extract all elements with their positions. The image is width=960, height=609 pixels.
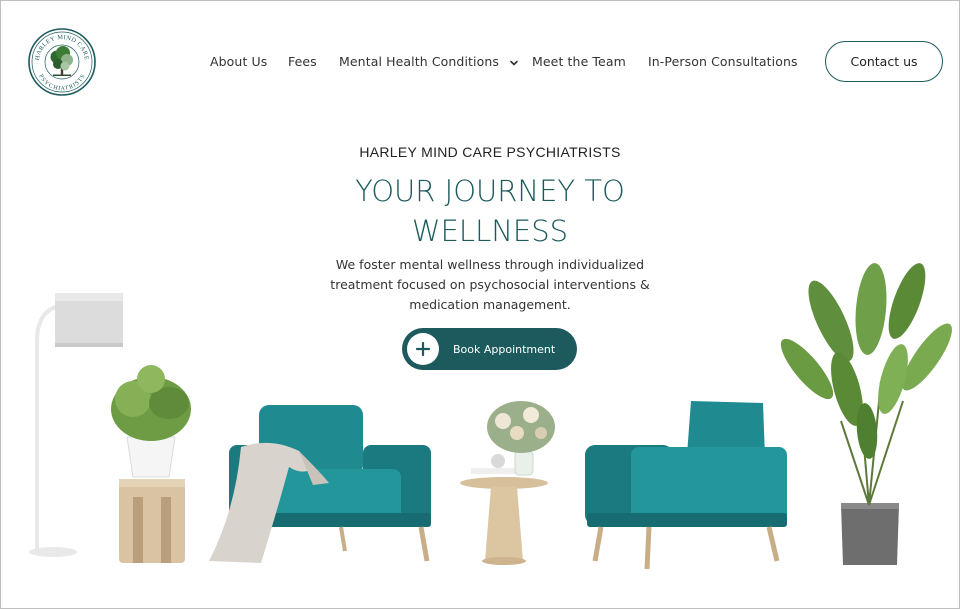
hero-eyebrow: HARLEY MIND CARE PSYCHIATRISTS bbox=[359, 144, 621, 160]
hero-title-line-1: YOUR JOURNEY TO bbox=[355, 174, 625, 208]
nav-meet-the-team[interactable]: Meet the Team bbox=[532, 54, 626, 69]
contact-us-button[interactable]: Contact us bbox=[825, 41, 943, 82]
nav-fees[interactable]: Fees bbox=[288, 54, 317, 69]
floor-lamp-icon bbox=[29, 293, 123, 557]
main-nav: About Us Fees Mental Health Conditions M… bbox=[1, 54, 959, 74]
hero-title-line-2: WELLNESS bbox=[411, 214, 569, 248]
nav-mental-health-conditions[interactable]: Mental Health Conditions bbox=[339, 54, 519, 69]
book-appointment-label: Book Appointment bbox=[453, 342, 556, 356]
right-armchair-icon bbox=[585, 401, 787, 570]
hero-description: We foster mental wellness through indivi… bbox=[1, 255, 959, 315]
nav-in-person-consultations[interactable]: In-Person Consultations bbox=[648, 54, 798, 69]
side-table-with-flowers-icon bbox=[460, 401, 555, 565]
potted-plant-icon bbox=[111, 365, 191, 563]
left-armchair-icon bbox=[209, 405, 431, 563]
page-frame: HARLEY MIND CARE PSYCHIATRISTS About Us … bbox=[0, 0, 960, 609]
hero-description-line-3: medication management. bbox=[409, 297, 571, 312]
book-appointment-button[interactable]: Book Appointment bbox=[402, 328, 577, 370]
nav-about-us[interactable]: About Us bbox=[210, 54, 267, 69]
nav-mental-health-conditions-label: Mental Health Conditions bbox=[339, 54, 499, 69]
hero-title: YOUR JOURNEY TO WELLNESS bbox=[1, 171, 959, 251]
chevron-down-icon bbox=[510, 60, 518, 65]
plus-icon bbox=[407, 333, 439, 365]
hero-description-line-2: treatment focused on psychosocial interv… bbox=[330, 277, 650, 292]
hero-description-line-1: We foster mental wellness through indivi… bbox=[335, 257, 645, 272]
